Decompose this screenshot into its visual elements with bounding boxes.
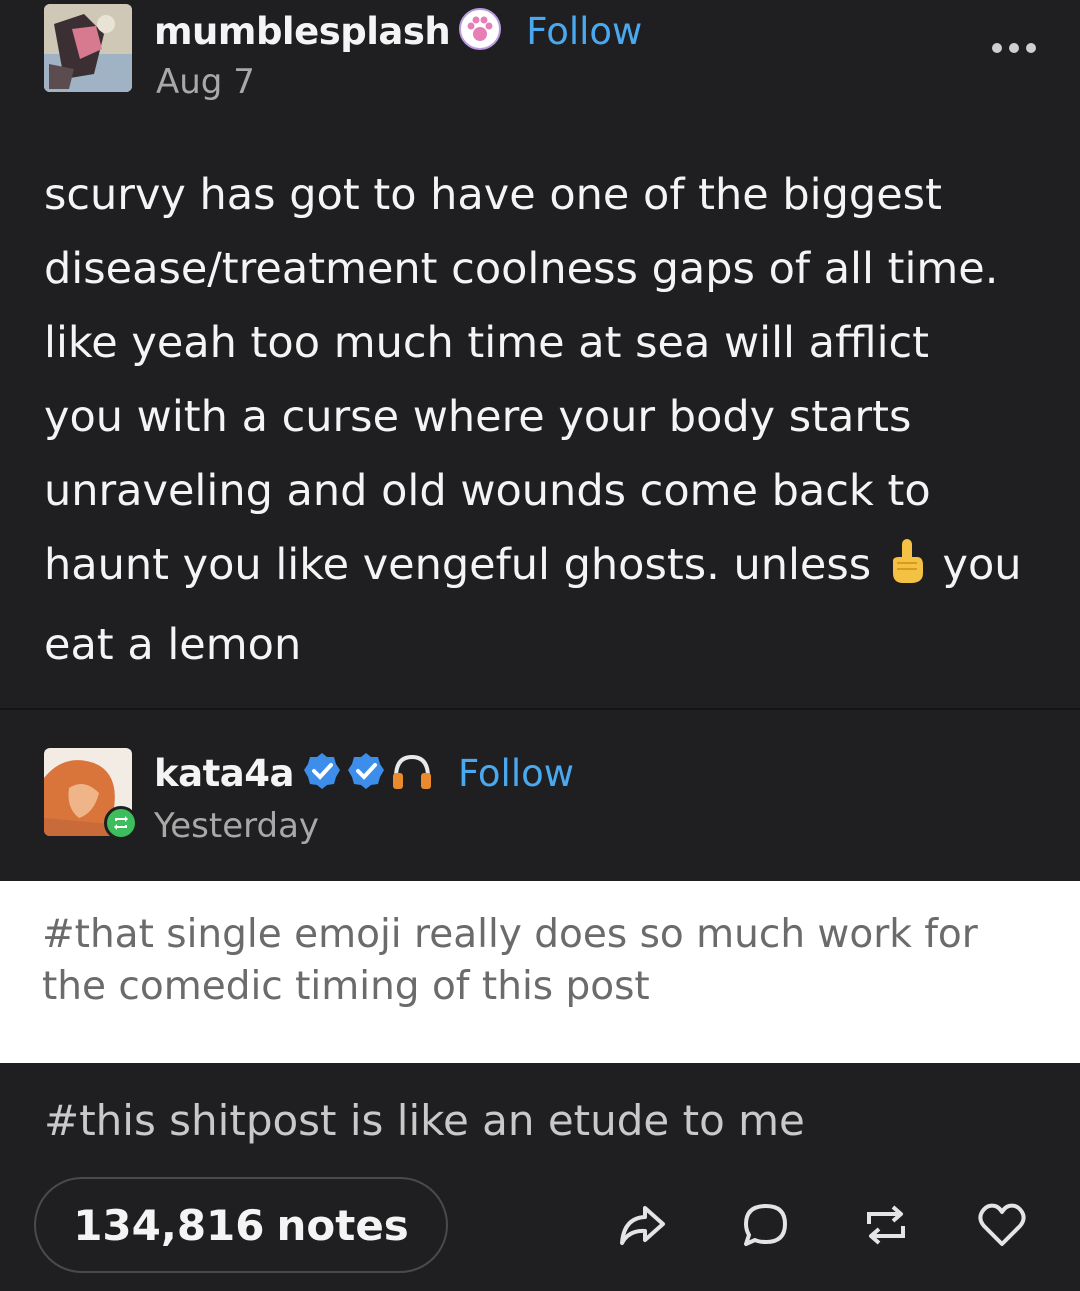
follow-button[interactable]: Follow: [458, 752, 574, 795]
notes-label: notes: [276, 1200, 409, 1250]
body-line: unraveling and old wounds come back to: [44, 466, 931, 516]
tag-highlight: #that single emoji really does so much w…: [0, 881, 1080, 1063]
reblog-author: kata4a Follow: [154, 748, 574, 798]
like-icon[interactable]: [977, 1200, 1027, 1250]
body-text-segment: haunt you like vengeful ghosts. unless: [44, 540, 872, 590]
follow-button[interactable]: Follow: [526, 10, 642, 53]
post-author: mumblesplash Follow: [154, 6, 642, 56]
tag[interactable]: #that single emoji really does so much w…: [42, 909, 1038, 1013]
body-line: disease/treatment coolness gaps of all t…: [44, 244, 999, 294]
body-line: eat a lemon: [44, 620, 302, 670]
reblog-badge-icon: [104, 806, 138, 840]
more-icon[interactable]: [992, 38, 1036, 58]
username[interactable]: kata4a: [154, 752, 294, 795]
verified-icon: [302, 751, 342, 795]
tag[interactable]: #this shitpost is like an etude to me: [44, 1096, 805, 1145]
body-line: haunt you like vengeful ghosts. unless y…: [44, 528, 1044, 608]
notes-count: 134,816: [73, 1200, 265, 1250]
verified-icon: [346, 751, 386, 795]
divider: [0, 708, 1080, 710]
body-line: like yeah too much time at sea will affl…: [44, 318, 930, 368]
post-card: mumblesplash Follow Aug 7 scurvy has got…: [0, 0, 1080, 1291]
share-icon[interactable]: [617, 1200, 667, 1250]
avatar[interactable]: [44, 4, 132, 92]
username[interactable]: mumblesplash: [154, 10, 451, 53]
headphones-icon: [390, 751, 434, 795]
notes-button[interactable]: 134,816 notes: [34, 1177, 448, 1273]
body-line: you with a curse where your body starts: [44, 392, 912, 442]
reblog-date[interactable]: Yesterday: [154, 806, 319, 846]
post-body: scurvy has got to have one of the bigges…: [44, 158, 1044, 682]
reply-icon[interactable]: [741, 1200, 791, 1250]
paw-badge-icon: [458, 7, 502, 55]
body-line: scurvy has got to have one of the bigges…: [44, 170, 942, 220]
index-pointing-up-emoji-icon: [887, 534, 927, 608]
reblog-icon[interactable]: [861, 1200, 911, 1250]
post-date[interactable]: Aug 7: [156, 62, 255, 102]
avatar[interactable]: [44, 748, 138, 840]
body-text-segment: you: [942, 540, 1022, 590]
